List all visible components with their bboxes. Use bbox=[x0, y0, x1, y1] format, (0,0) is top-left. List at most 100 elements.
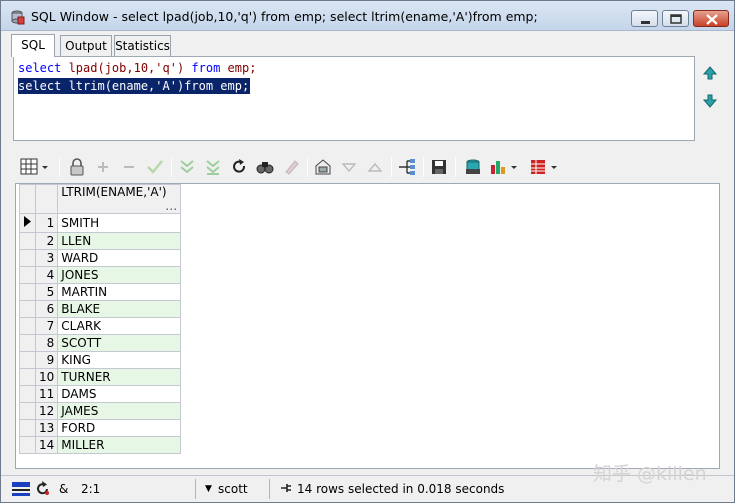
table-row[interactable]: 10 TURNER bbox=[19, 368, 182, 386]
fetch-last-icon[interactable] bbox=[203, 157, 223, 177]
row-number: 4 bbox=[34, 266, 59, 284]
keyboard-icon bbox=[12, 482, 30, 496]
table-row[interactable]: 3 WARD bbox=[19, 249, 182, 267]
row-indicator bbox=[19, 385, 36, 403]
toolbar-separator bbox=[59, 157, 60, 177]
chart-icon[interactable] bbox=[489, 157, 519, 177]
table-row[interactable]: 5 MARTIN bbox=[19, 283, 182, 301]
export-icon[interactable] bbox=[463, 157, 483, 177]
clear-icon[interactable] bbox=[281, 157, 301, 177]
current-row-indicator bbox=[19, 213, 36, 233]
grid-corner bbox=[19, 184, 36, 214]
row-number: 11 bbox=[34, 385, 59, 403]
add-row-icon[interactable] bbox=[93, 157, 113, 177]
row-indicator bbox=[19, 317, 36, 335]
row-number: 7 bbox=[34, 317, 59, 335]
row-number: 2 bbox=[34, 232, 59, 250]
report-icon[interactable] bbox=[529, 157, 559, 177]
result-grid[interactable]: LTRIM(ENAME,'A')… 1 SMITH 2 LLEN 3 WARD 4 JONES… bbox=[15, 183, 720, 469]
grid-icon[interactable] bbox=[19, 157, 49, 177]
cell-value[interactable]: CLARK bbox=[57, 317, 182, 335]
tab-statistics[interactable]: Statistics bbox=[114, 35, 171, 56]
post-icon[interactable] bbox=[145, 157, 165, 177]
connection-user[interactable]: scott bbox=[218, 482, 248, 496]
cell-value[interactable]: LLEN bbox=[57, 232, 182, 250]
caret-right-icon bbox=[24, 216, 31, 227]
row-indicator bbox=[19, 419, 36, 437]
cell-value[interactable]: TURNER bbox=[57, 368, 182, 386]
splitter[interactable] bbox=[1, 145, 734, 150]
user-dropdown-icon[interactable]: ▼ bbox=[205, 484, 212, 494]
sql-editor[interactable]: select lpad(job,10,'q') from emp; select… bbox=[13, 56, 695, 141]
close-button[interactable] bbox=[693, 10, 729, 27]
delete-row-icon[interactable] bbox=[119, 157, 139, 177]
query-by-example-icon[interactable] bbox=[313, 157, 333, 177]
save-icon[interactable] bbox=[429, 157, 449, 177]
row-number: 6 bbox=[34, 300, 59, 318]
cell-value[interactable]: JAMES bbox=[57, 402, 182, 420]
toolbar-separator bbox=[455, 157, 456, 177]
row-number: 5 bbox=[34, 283, 59, 301]
row-number: 10 bbox=[34, 368, 59, 386]
row-indicator bbox=[19, 436, 36, 454]
watermark: 知乎 @killen bbox=[593, 463, 707, 485]
cell-value[interactable]: SMITH bbox=[57, 213, 182, 233]
find-icon[interactable] bbox=[255, 157, 275, 177]
table-row[interactable]: 14 MILLER bbox=[19, 436, 182, 454]
row-number: 1 bbox=[34, 213, 59, 233]
table-row[interactable]: 6 BLAKE bbox=[19, 300, 182, 318]
arrow-up-icon[interactable] bbox=[703, 66, 717, 80]
refresh-icon[interactable] bbox=[229, 157, 249, 177]
table-row[interactable]: 2 LLEN bbox=[19, 232, 182, 250]
cell-value[interactable]: BLAKE bbox=[57, 300, 182, 318]
status-amp: & bbox=[59, 482, 69, 496]
table-row[interactable]: 12 JAMES bbox=[19, 402, 182, 420]
status-separator bbox=[195, 479, 196, 499]
maximize-icon bbox=[670, 14, 682, 24]
close-icon bbox=[706, 14, 718, 25]
keyword: select bbox=[18, 61, 62, 75]
table-row[interactable]: 8 SCOTT bbox=[19, 334, 182, 352]
row-indicator bbox=[19, 368, 36, 386]
status-message: 14 rows selected in 0.018 seconds bbox=[297, 482, 505, 496]
column-header[interactable]: LTRIM(ENAME,'A')… bbox=[57, 184, 182, 214]
row-indicator bbox=[19, 232, 36, 250]
table-row[interactable]: 9 KING bbox=[19, 351, 182, 369]
table-row[interactable]: 4 JONES bbox=[19, 266, 182, 284]
row-number: 8 bbox=[34, 334, 59, 352]
title-bar[interactable]: SQL Window - select lpad(job,10,'q') fro… bbox=[1, 1, 734, 31]
table-row[interactable]: 11 DAMS bbox=[19, 385, 182, 403]
arrow-down-icon[interactable] bbox=[703, 94, 717, 108]
toolbar-separator bbox=[307, 157, 308, 177]
tab-output[interactable]: Output bbox=[60, 35, 112, 56]
cell-value[interactable]: FORD bbox=[57, 419, 182, 437]
column-header-label: LTRIM(ENAME,'A') bbox=[61, 185, 167, 199]
cell-value[interactable]: JONES bbox=[57, 266, 182, 284]
table-row[interactable]: 13 FORD bbox=[19, 419, 182, 437]
cell-value[interactable]: DAMS bbox=[57, 385, 182, 403]
column-menu-icon[interactable]: … bbox=[165, 199, 177, 213]
cell-value[interactable]: SCOTT bbox=[57, 334, 182, 352]
code-line-1: select lpad(job,10,'q') from emp; bbox=[18, 61, 256, 75]
cursor-position: 2:1 bbox=[81, 482, 101, 496]
next-record-icon[interactable] bbox=[365, 157, 385, 177]
cell-value[interactable]: KING bbox=[57, 351, 182, 369]
app-icon bbox=[11, 10, 25, 25]
cell-value[interactable]: MILLER bbox=[57, 436, 182, 454]
refresh-icon[interactable] bbox=[35, 480, 51, 498]
row-indicator bbox=[19, 266, 36, 284]
previous-record-icon[interactable] bbox=[339, 157, 359, 177]
cell-value[interactable]: WARD bbox=[57, 249, 182, 267]
minimize-button[interactable] bbox=[631, 10, 658, 27]
cell-value[interactable]: MARTIN bbox=[57, 283, 182, 301]
lock-icon[interactable] bbox=[67, 157, 87, 177]
table-row[interactable]: 7 CLARK bbox=[19, 317, 182, 335]
fetch-next-icon[interactable] bbox=[177, 157, 197, 177]
grid-toolbar bbox=[15, 154, 720, 180]
table-row[interactable]: 1 SMITH bbox=[19, 213, 182, 233]
row-number: 12 bbox=[34, 402, 59, 420]
maximize-button[interactable] bbox=[662, 10, 689, 27]
link-icon[interactable] bbox=[397, 157, 417, 177]
tab-sql[interactable]: SQL bbox=[11, 34, 55, 57]
row-indicator bbox=[19, 334, 36, 352]
